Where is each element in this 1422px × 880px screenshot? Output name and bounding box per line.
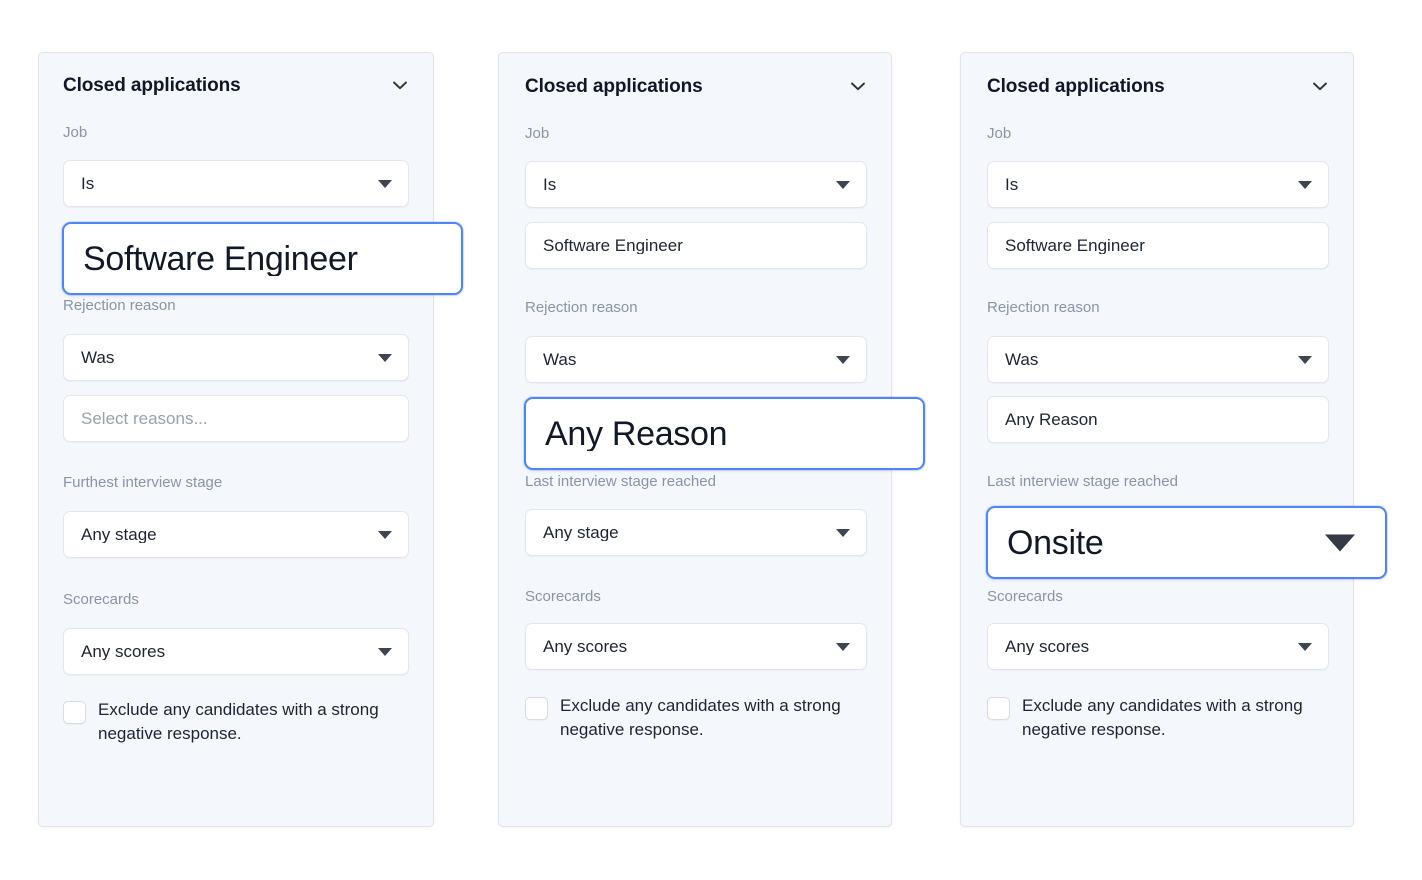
rejection-reason-label: Rejection reason — [63, 298, 176, 313]
page-title: Closed applications — [63, 76, 241, 95]
rejection-reasons-input[interactable]: Any Reason — [524, 397, 925, 470]
rejection-reasons-placeholder: Select reasons... — [64, 410, 208, 427]
caret-down-icon — [836, 529, 850, 537]
job-value-input[interactable]: Software Engineer — [62, 222, 463, 295]
interview-stage-value: Onsite — [988, 526, 1103, 560]
interview-stage-value: Any stage — [64, 526, 157, 543]
scorecards-select[interactable]: Any scores — [525, 623, 867, 670]
scorecards-label: Scorecards — [63, 592, 139, 607]
scorecards-value: Any scores — [988, 638, 1089, 655]
rejection-operator-select[interactable]: Was — [987, 336, 1329, 383]
closed-applications-panel-2: Closed applications Job Is Software Engi… — [498, 52, 892, 827]
scorecards-label: Scorecards — [987, 589, 1063, 604]
scorecards-select[interactable]: Any scores — [987, 623, 1329, 670]
caret-down-icon — [378, 648, 392, 656]
exclude-negative-response-label: Exclude any candidates with a strong neg… — [1022, 694, 1329, 742]
job-value-input[interactable]: Software Engineer — [525, 222, 867, 269]
exclude-negative-response-checkbox[interactable] — [987, 697, 1010, 720]
job-operator-select[interactable]: Is — [987, 161, 1329, 208]
caret-down-icon — [836, 643, 850, 651]
caret-down-icon — [1298, 181, 1312, 189]
interview-stage-label: Furthest interview stage — [63, 475, 222, 490]
exclude-negative-response-label: Exclude any candidates with a strong neg… — [560, 694, 867, 742]
caret-down-icon — [1298, 356, 1312, 364]
interview-stage-select[interactable]: Any stage — [525, 509, 867, 556]
job-label: Job — [63, 125, 87, 140]
interview-stage-value: Any stage — [526, 524, 619, 541]
rejection-reasons-input[interactable]: Any Reason — [987, 396, 1329, 443]
job-operator-value: Is — [526, 176, 556, 193]
job-value-text: Software Engineer — [64, 242, 358, 276]
scorecards-value: Any scores — [526, 638, 627, 655]
caret-down-icon — [1298, 643, 1312, 651]
exclude-negative-response-checkbox[interactable] — [525, 697, 548, 720]
job-label: Job — [525, 126, 549, 141]
scorecards-label: Scorecards — [525, 589, 601, 604]
rejection-operator-select[interactable]: Was — [525, 336, 867, 383]
job-operator-select[interactable]: Is — [63, 160, 409, 207]
job-value-input[interactable]: Software Engineer — [987, 222, 1329, 269]
exclude-negative-response-row[interactable]: Exclude any candidates with a strong neg… — [63, 698, 409, 746]
page-title: Closed applications — [987, 77, 1165, 96]
job-operator-value: Is — [988, 176, 1018, 193]
rejection-operator-value: Was — [64, 349, 114, 366]
job-value-text: Software Engineer — [526, 237, 683, 254]
panel-header[interactable]: Closed applications — [987, 72, 1331, 100]
interview-stage-select[interactable]: Onsite — [986, 506, 1387, 579]
rejection-operator-value: Was — [526, 351, 576, 368]
scorecards-select[interactable]: Any scores — [63, 628, 409, 675]
scorecards-value: Any scores — [64, 643, 165, 660]
rejection-reasons-input[interactable]: Select reasons... — [63, 395, 409, 442]
page-title: Closed applications — [525, 77, 703, 96]
job-operator-value: Is — [64, 175, 94, 192]
exclude-negative-response-row[interactable]: Exclude any candidates with a strong neg… — [525, 694, 867, 742]
chevron-down-icon[interactable] — [1309, 75, 1331, 97]
interview-stage-select[interactable]: Any stage — [63, 511, 409, 558]
rejection-reason-label: Rejection reason — [987, 300, 1100, 315]
closed-applications-panel-1: Closed applications Job Is Software Engi… — [38, 52, 434, 827]
caret-down-icon — [378, 531, 392, 539]
exclude-negative-response-label: Exclude any candidates with a strong neg… — [98, 698, 409, 746]
interview-stage-label: Last interview stage reached — [987, 474, 1178, 489]
exclude-negative-response-row[interactable]: Exclude any candidates with a strong neg… — [987, 694, 1329, 742]
panel-header[interactable]: Closed applications — [525, 72, 869, 100]
closed-applications-panel-3: Closed applications Job Is Software Engi… — [960, 52, 1354, 827]
panel-header[interactable]: Closed applications — [63, 71, 411, 99]
chevron-down-icon[interactable] — [389, 74, 411, 96]
rejection-operator-value: Was — [988, 351, 1038, 368]
rejection-operator-select[interactable]: Was — [63, 334, 409, 381]
exclude-negative-response-checkbox[interactable] — [63, 701, 86, 724]
chevron-down-icon[interactable] — [847, 75, 869, 97]
job-label: Job — [987, 126, 1011, 141]
job-operator-select[interactable]: Is — [525, 161, 867, 208]
caret-down-icon — [378, 354, 392, 362]
filter-panels-comparison: Closed applications Job Is Software Engi… — [0, 0, 1422, 880]
interview-stage-label: Last interview stage reached — [525, 474, 716, 489]
rejection-reasons-value: Any Reason — [526, 417, 727, 451]
caret-down-icon — [378, 180, 392, 188]
caret-down-icon — [836, 181, 850, 189]
caret-down-icon — [836, 356, 850, 364]
rejection-reasons-value: Any Reason — [988, 411, 1098, 428]
job-value-text: Software Engineer — [988, 237, 1145, 254]
caret-down-icon — [1325, 534, 1355, 551]
rejection-reason-label: Rejection reason — [525, 300, 638, 315]
